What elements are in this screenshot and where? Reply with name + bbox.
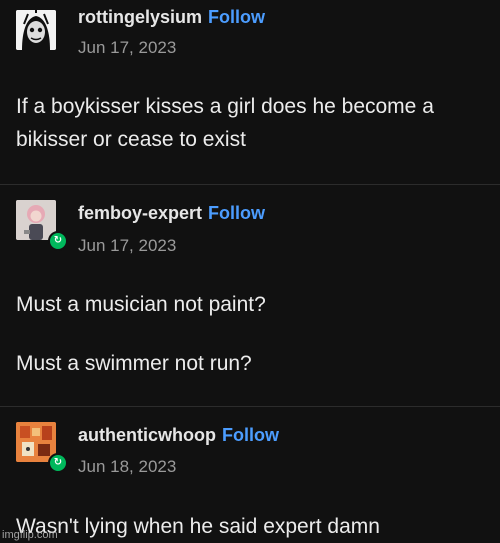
post-femboy-expert: ↻ femboy-expert Follow Jun 17, 2023 Must … — [0, 184, 500, 407]
post-text: If a boykisser kisses a girl does he bec… — [16, 95, 434, 151]
post-header: rottingelysium Follow — [78, 7, 265, 28]
post-date: Jun 17, 2023 — [78, 38, 177, 57]
post-header: femboy-expert Follow — [78, 203, 265, 224]
username[interactable]: authenticwhoop — [78, 425, 216, 445]
avatar-rottingelysium[interactable] — [16, 10, 56, 50]
reblog-icon: ↻ — [48, 453, 68, 473]
post-date: Jun 18, 2023 — [78, 457, 177, 476]
username[interactable]: femboy-expert — [78, 203, 202, 223]
post-rottingelysium: rottingelysium Follow Jun 17, 2023 If a b… — [0, 0, 500, 185]
follow-button[interactable]: Follow — [222, 425, 279, 445]
post-text: Wasn't lying when he said expert damn — [16, 515, 380, 538]
follow-button[interactable]: Follow — [208, 7, 265, 27]
post-text: Must a musician not paint? — [16, 293, 266, 316]
post-body: Must a musician not paint? Must a swimme… — [16, 288, 486, 380]
post-body: If a boykisser kisses a girl does he bec… — [16, 90, 486, 156]
reblog-icon: ↻ — [48, 231, 68, 251]
imgflip-watermark: imgflip.com — [2, 529, 58, 541]
follow-button[interactable]: Follow — [208, 203, 265, 223]
post-authenticwhoop: ↻ authenticwhoop Follow Jun 18, 2023 Wasn… — [0, 406, 500, 541]
username[interactable]: rottingelysium — [78, 7, 202, 27]
post-date: Jun 17, 2023 — [78, 236, 177, 255]
post-header: authenticwhoop Follow — [78, 425, 279, 446]
post-text: Must a swimmer not run? — [16, 352, 252, 375]
post-body: Wasn't lying when he said expert damn — [16, 510, 486, 543]
